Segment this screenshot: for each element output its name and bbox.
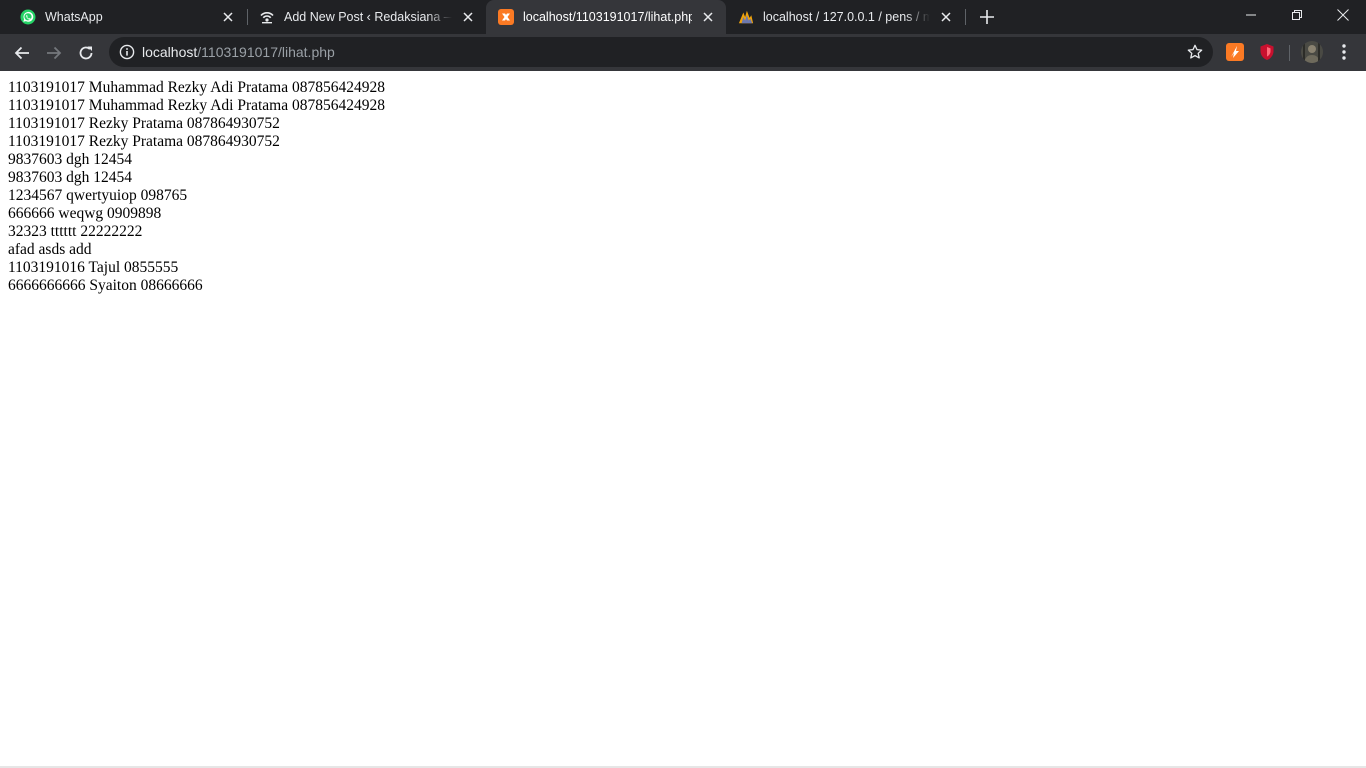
record-row: 1103191016 Tajul 0855555 bbox=[8, 259, 179, 276]
profile-avatar[interactable] bbox=[1301, 41, 1323, 63]
wordpress-site-icon bbox=[259, 9, 275, 25]
close-icon[interactable] bbox=[460, 9, 476, 25]
record-row: 32323 tttttt 22222222 bbox=[8, 223, 143, 240]
tab-title: localhost/1103191017/lihat.php bbox=[523, 10, 692, 24]
tab-separator bbox=[965, 9, 966, 25]
xampp-extension-icon[interactable] bbox=[1226, 43, 1244, 61]
tab-whatsapp[interactable]: WhatsApp bbox=[8, 0, 246, 34]
reload-button[interactable] bbox=[72, 39, 100, 67]
close-icon bbox=[1337, 9, 1349, 21]
xampp-icon bbox=[498, 9, 514, 25]
record-row: 666666 weqwg 0909898 bbox=[8, 205, 162, 222]
forward-arrow-icon bbox=[47, 46, 62, 60]
page-content: 1103191017 Muhammad Rezky Adi Pratama 08… bbox=[0, 71, 1366, 768]
restore-icon bbox=[1292, 10, 1302, 20]
record-row: 9837603 dgh 12454 bbox=[8, 151, 132, 168]
record-row: 1103191017 Muhammad Rezky Adi Pratama 08… bbox=[8, 97, 385, 114]
record-row: 1103191017 Rezky Pratama 087864930752 bbox=[8, 115, 280, 132]
shield-extension-icon[interactable] bbox=[1258, 43, 1276, 61]
close-icon[interactable] bbox=[220, 9, 236, 25]
site-info-icon[interactable] bbox=[119, 44, 135, 60]
tab-lihat-php[interactable]: localhost/1103191017/lihat.php bbox=[486, 0, 726, 34]
back-button[interactable] bbox=[8, 39, 36, 67]
tab-title: WhatsApp bbox=[45, 10, 103, 24]
url-path: /1103191017/lihat.php bbox=[197, 44, 335, 60]
tab-phpmyadmin[interactable]: localhost / 127.0.0.1 / pens / mhs bbox=[726, 0, 964, 34]
close-icon[interactable] bbox=[700, 9, 716, 25]
phpmyadmin-icon bbox=[738, 9, 754, 25]
more-menu-button[interactable] bbox=[1334, 42, 1354, 62]
whatsapp-icon bbox=[20, 9, 36, 25]
restore-button[interactable] bbox=[1274, 0, 1320, 30]
record-row: afad asds add bbox=[8, 241, 92, 258]
close-window-button[interactable] bbox=[1320, 0, 1366, 30]
bookmark-star-icon[interactable] bbox=[1187, 44, 1203, 60]
tab-strip: WhatsApp Add New Post ‹ Redaksiana — Wor… bbox=[0, 0, 1366, 34]
tab-title: localhost / 127.0.0.1 / pens / mhs bbox=[763, 10, 930, 24]
plus-icon bbox=[980, 10, 994, 24]
new-tab-button[interactable] bbox=[975, 5, 999, 29]
forward-button[interactable] bbox=[40, 39, 68, 67]
kebab-menu-icon bbox=[1342, 44, 1346, 60]
back-arrow-icon bbox=[14, 46, 29, 60]
record-row: 1103191017 Rezky Pratama 087864930752 bbox=[8, 133, 280, 150]
record-list: 1103191017 Muhammad Rezky Adi Pratama 08… bbox=[8, 79, 385, 295]
record-row: 6666666666 Syaiton 08666666 bbox=[8, 277, 203, 294]
url-text[interactable]: localhost/1103191017/lihat.php bbox=[142, 44, 335, 60]
record-row: 1234567 qwertyuiop 098765 bbox=[8, 187, 188, 204]
tab-wordpress[interactable]: Add New Post ‹ Redaksiana — WordPress bbox=[247, 0, 486, 34]
close-icon[interactable] bbox=[938, 9, 954, 25]
browser-toolbar: localhost/1103191017/lihat.php bbox=[0, 34, 1366, 71]
reload-icon bbox=[79, 46, 93, 60]
record-row: 1103191017 Muhammad Rezky Adi Pratama 08… bbox=[8, 79, 385, 96]
address-bar[interactable]: localhost/1103191017/lihat.php bbox=[109, 37, 1213, 67]
record-row: 9837603 dgh 12454 bbox=[8, 169, 132, 186]
minimize-icon bbox=[1246, 14, 1256, 16]
tab-title: Add New Post ‹ Redaksiana — WordPress bbox=[284, 10, 452, 24]
toolbar-separator bbox=[1289, 45, 1290, 61]
url-host: localhost bbox=[142, 44, 198, 60]
minimize-button[interactable] bbox=[1228, 0, 1274, 30]
